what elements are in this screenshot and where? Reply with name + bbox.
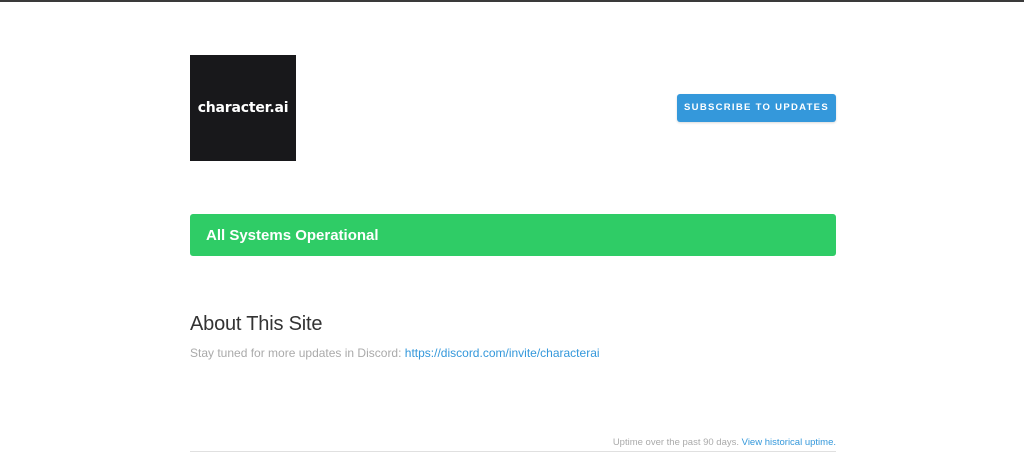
about-description-text: Stay tuned for more updates in Discord: <box>190 346 405 360</box>
page-container: character.ai SUBSCRIBE TO UPDATES All Sy… <box>190 0 836 453</box>
uptime-caption: Uptime over the past 90 days. View histo… <box>613 437 836 448</box>
status-text: All Systems Operational <box>206 226 379 244</box>
uptime-caption-text: Uptime over the past 90 days. <box>612 437 742 448</box>
discord-link[interactable]: https://discord.com/invite/characterai <box>405 346 600 360</box>
about-title: About This Site <box>190 313 323 335</box>
about-description: Stay tuned for more updates in Discord: … <box>190 346 600 360</box>
view-historical-uptime-link[interactable]: View historical uptime. <box>742 437 836 448</box>
brand-logo[interactable]: character.ai <box>190 55 296 161</box>
subscribe-button[interactable]: SUBSCRIBE TO UPDATES <box>677 94 836 122</box>
brand-logo-text: character.ai <box>197 100 289 116</box>
divider <box>190 451 836 452</box>
status-banner: All Systems Operational <box>190 214 836 256</box>
